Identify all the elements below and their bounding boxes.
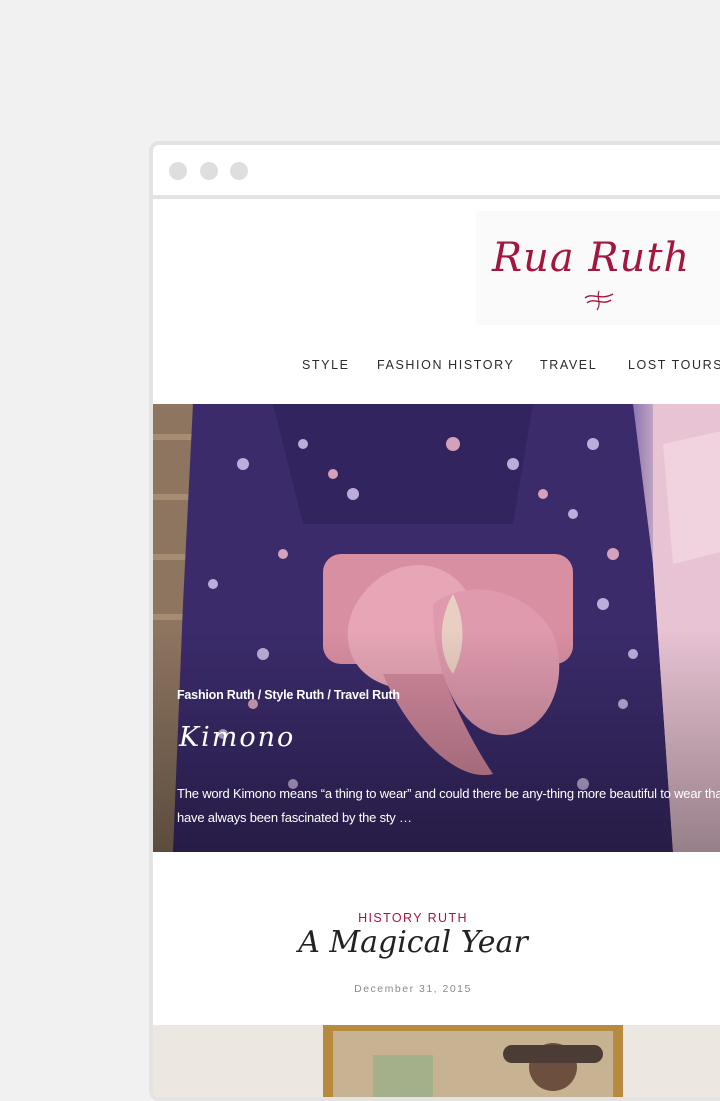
window-maximize-dot-icon[interactable] xyxy=(230,162,248,180)
featured-post[interactable]: Fashion Ruth / Style Ruth / Travel Ruth … xyxy=(153,404,720,852)
post-date: December 31, 2015 xyxy=(354,983,472,995)
window-minimize-dot-icon[interactable] xyxy=(200,162,218,180)
swash-icon xyxy=(584,290,614,311)
browser-toolbar xyxy=(153,145,720,199)
nav-item-fashion-history[interactable]: FASHION HISTORY xyxy=(377,358,514,372)
window-close-dot-icon[interactable] xyxy=(169,162,187,180)
main-navigation: STYLE FASHION HISTORY TRAVEL LOST TOURS xyxy=(153,358,720,378)
nav-item-travel[interactable]: TRAVEL xyxy=(540,358,597,372)
post-thumbnail[interactable] xyxy=(153,1025,720,1097)
post-categories[interactable]: Fashion Ruth / Style Ruth / Travel Ruth xyxy=(177,688,400,702)
post-title[interactable]: A Magical Year xyxy=(153,925,673,960)
nav-item-lost-tours[interactable]: LOST TOURS xyxy=(628,358,720,372)
post-category[interactable]: HISTORY RUTH xyxy=(153,911,673,925)
nav-item-style[interactable]: STYLE xyxy=(302,358,350,372)
framed-portrait-photo xyxy=(153,1025,720,1097)
browser-window: Rua Ruth STYLE FASHION HISTORY TRAVEL LO… xyxy=(149,141,720,1101)
post-excerpt: The word Kimono means “a thing to wear” … xyxy=(177,786,720,825)
logo-text: Rua Ruth xyxy=(492,235,691,281)
site-logo[interactable]: Rua Ruth xyxy=(476,211,720,325)
post-title[interactable]: Kimono xyxy=(179,722,295,753)
